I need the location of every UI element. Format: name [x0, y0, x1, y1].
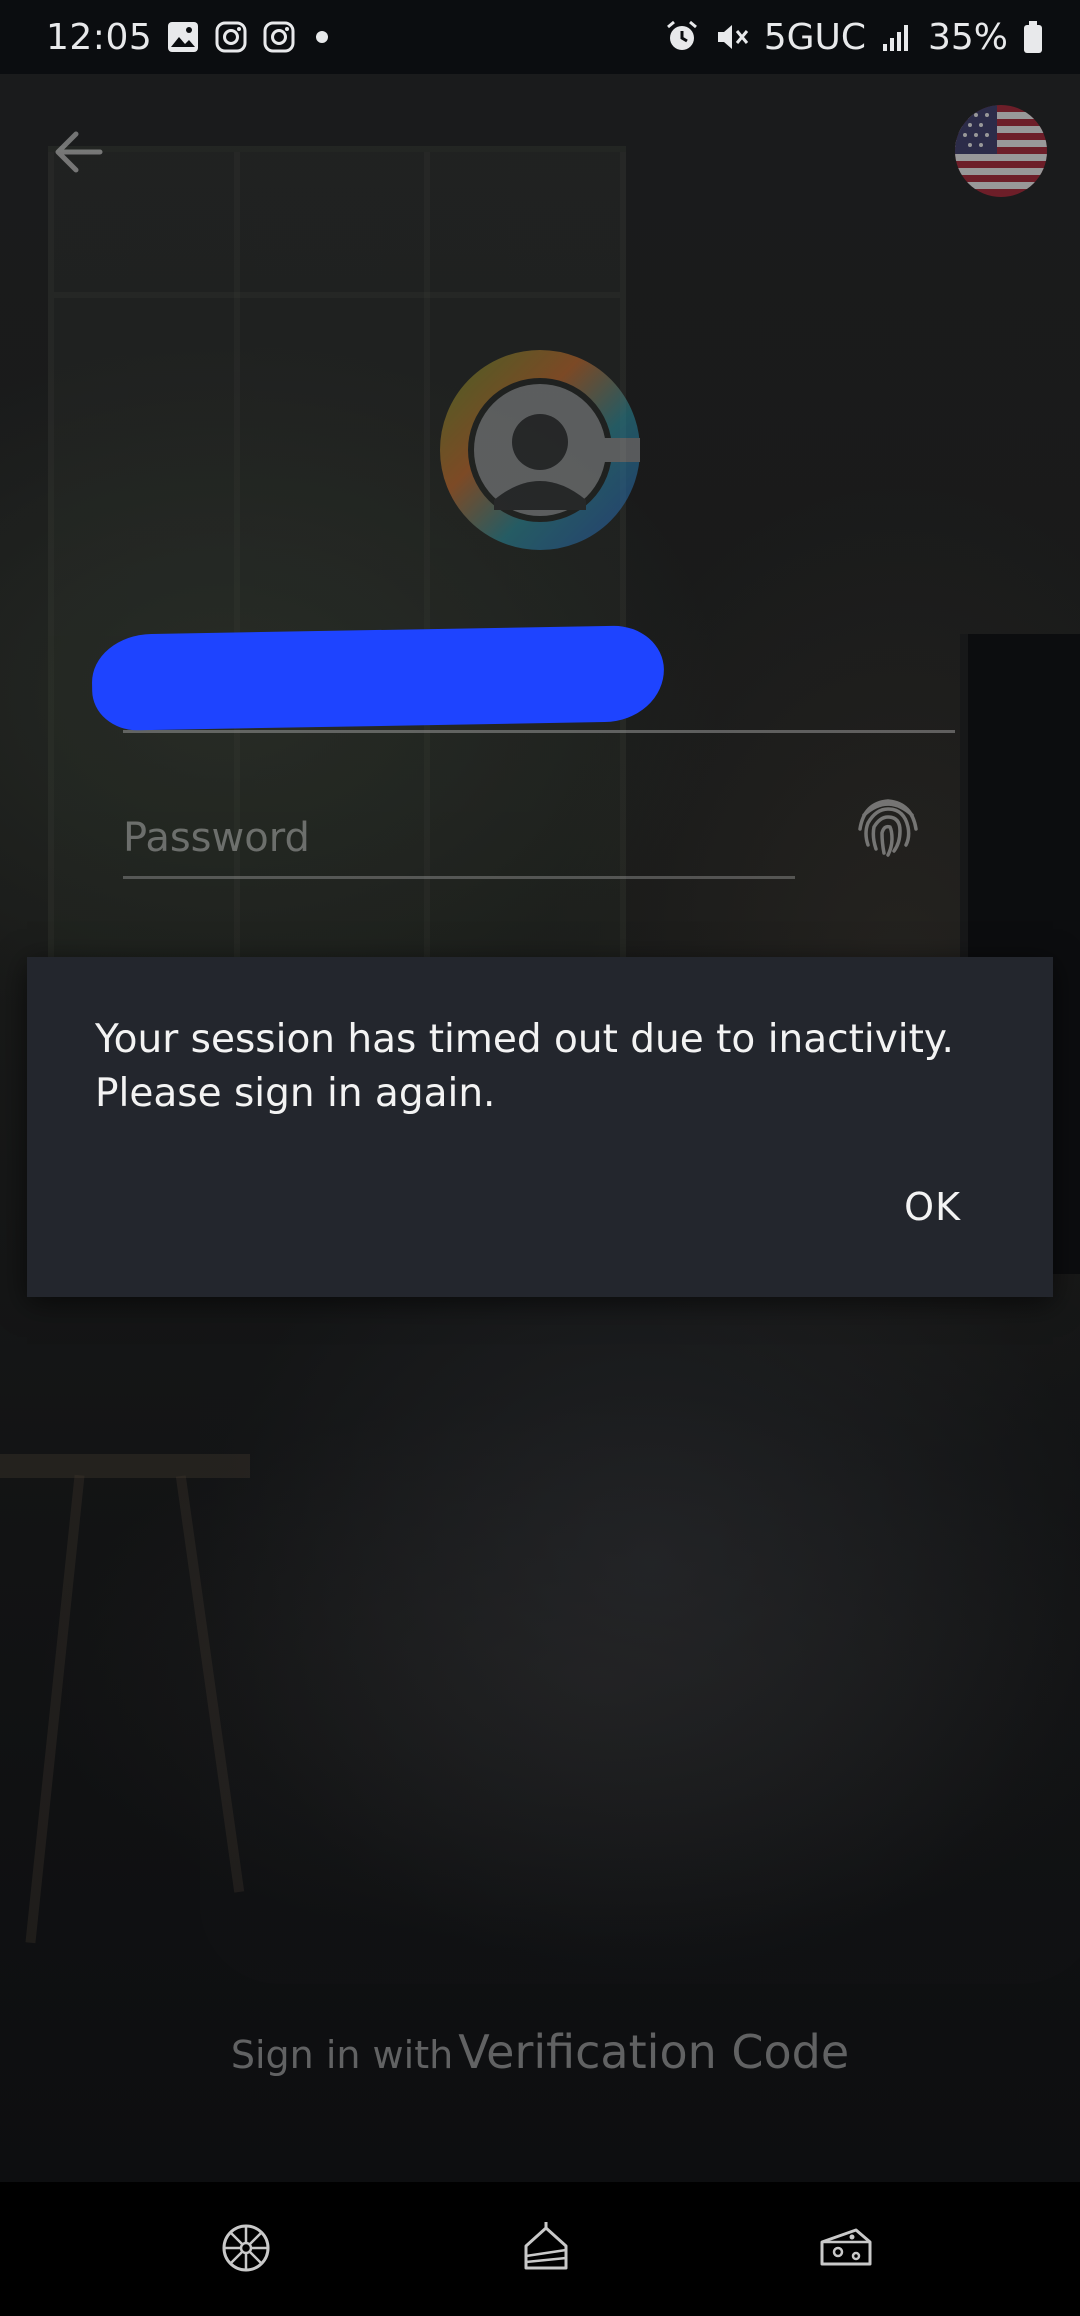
battery-icon [1024, 21, 1042, 53]
mute-icon [717, 25, 748, 49]
alarm-icon [666, 20, 697, 50]
battery-percent: 35% [927, 16, 1008, 58]
window-mullion [424, 152, 430, 1032]
ok-button[interactable]: OK [904, 1185, 961, 1229]
verification-code-link[interactable]: Sign in with Verification Code [0, 2025, 1080, 2079]
login-screen: 12:05 5GUC 35% Password Your session has… [0, 0, 1080, 2316]
status-time: 12:05 [46, 16, 153, 58]
dialog-message: Your session has timed out due to inacti… [95, 1017, 954, 1116]
verification-prefix: Sign in with [230, 2033, 454, 2077]
wheel-icon[interactable] [218, 2220, 274, 2276]
network-label: 5GUC [763, 16, 866, 58]
signal-icon [882, 25, 908, 51]
bottom-nav [0, 2182, 1080, 2316]
instagram-icon [215, 21, 247, 53]
verification-main: Verification Code [458, 2025, 850, 2079]
status-left: 12:05 [46, 12, 334, 62]
profile-avatar [440, 350, 640, 550]
us-flag-icon [955, 105, 1047, 197]
window-mullion [234, 152, 240, 1032]
back-button[interactable] [46, 120, 110, 184]
fingerprint-icon [858, 799, 918, 857]
redaction-overlay [91, 625, 665, 731]
language-flag-button[interactable] [955, 105, 1047, 197]
arrow-left-icon [55, 131, 103, 173]
fingerprint-button[interactable] [850, 785, 926, 861]
status-bar: 12:05 5GUC 35% [0, 0, 1080, 74]
cheese-icon[interactable] [818, 2220, 874, 2276]
password-field[interactable]: Password [123, 800, 795, 879]
background-sofa [200, 1284, 1080, 1984]
window-transom [54, 292, 620, 298]
table-leg [25, 1474, 85, 1944]
status-right: 5GUC 35% [664, 12, 1044, 62]
cake-slice-icon[interactable] [518, 2220, 574, 2276]
dot-icon [316, 31, 329, 43]
password-placeholder: Password [123, 815, 310, 861]
instagram-icon [263, 21, 295, 53]
background-side-table [0, 1454, 250, 1478]
gallery-icon [168, 22, 199, 52]
session-timeout-dialog: Your session has timed out due to inacti… [27, 957, 1053, 1297]
background-window [48, 146, 626, 1038]
